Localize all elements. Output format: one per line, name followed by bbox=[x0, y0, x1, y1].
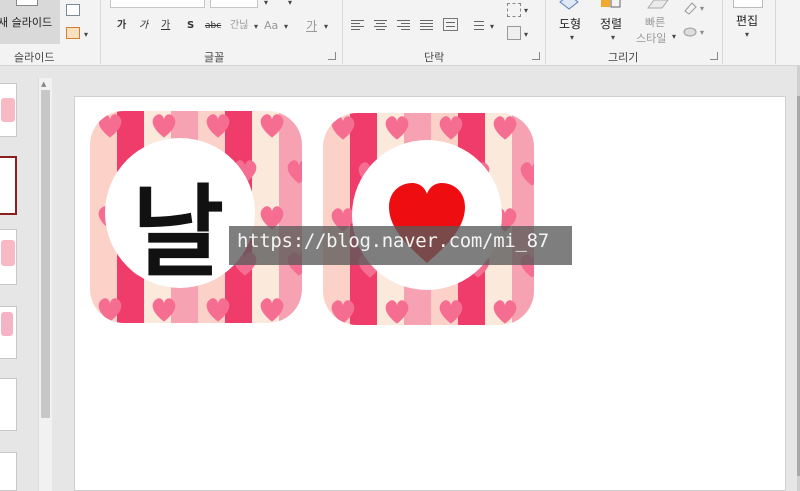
new-slide-icon bbox=[16, 0, 38, 6]
watermark: https://blog.naver.com/mi_87 bbox=[229, 226, 572, 265]
paragraph-dialog-launcher-icon[interactable] bbox=[532, 52, 540, 60]
shapes-icon bbox=[559, 0, 579, 10]
slide-thumbnail[interactable] bbox=[0, 452, 17, 491]
drawing-group-label: 그리기 bbox=[608, 51, 639, 64]
text-direction-dropdown-icon[interactable]: ▾ bbox=[524, 6, 528, 15]
new-slide-button[interactable]: 새 슬라이드 bbox=[0, 0, 60, 44]
char-spacing-button[interactable]: 간닎 bbox=[230, 19, 248, 33]
svg-text:▾: ▾ bbox=[700, 28, 704, 37]
quick-styles-icon bbox=[647, 0, 669, 9]
shape-outline-icon[interactable]: ▾ bbox=[682, 25, 708, 39]
group-divider bbox=[722, 0, 723, 64]
shape-fill-icon[interactable]: ▾ bbox=[682, 1, 708, 15]
justify-icon[interactable] bbox=[420, 18, 435, 31]
thumbnail-scrollbar[interactable]: ▲ bbox=[38, 78, 52, 491]
slide-thumbnail-selected[interactable] bbox=[0, 156, 17, 215]
editing-dropdown-icon[interactable]: ▾ bbox=[745, 30, 749, 39]
nal-card-graphic: 날 bbox=[90, 111, 302, 323]
editing-button[interactable]: 편집 bbox=[736, 12, 758, 29]
nal-card[interactable]: 날 bbox=[90, 111, 302, 323]
shapes-button[interactable]: 도형 bbox=[559, 15, 581, 32]
slide-thumbnail[interactable] bbox=[0, 378, 17, 431]
underline-button[interactable]: 가 bbox=[161, 19, 170, 33]
font-dialog-launcher-icon[interactable] bbox=[328, 52, 336, 60]
align-right-icon[interactable] bbox=[397, 18, 412, 31]
font-size-step-icon[interactable]: ▾ bbox=[288, 0, 292, 7]
font-color-button[interactable]: 가 bbox=[306, 19, 317, 33]
align-left-icon[interactable] bbox=[351, 18, 366, 31]
arrange-button[interactable]: 정렬 bbox=[600, 15, 622, 32]
powerpoint-window: 새 슬라이드 ▾ 슬라이드 ▾ ▾ 가 가 가 S abc 간닎 ▾ Aa ▾ … bbox=[0, 0, 800, 491]
change-case-button[interactable]: Aa bbox=[264, 19, 278, 33]
font-name-box[interactable] bbox=[110, 0, 205, 8]
columns-dropdown-icon[interactable]: ▾ bbox=[490, 22, 494, 31]
section-icon[interactable] bbox=[66, 27, 80, 39]
drawing-dialog-launcher-icon[interactable] bbox=[710, 52, 718, 60]
smartart-icon[interactable] bbox=[507, 26, 521, 40]
editing-icon bbox=[733, 0, 763, 8]
char-spacing-dropdown-icon[interactable]: ▾ bbox=[254, 22, 258, 31]
quick-styles-label-2[interactable]: 스타일 bbox=[636, 30, 666, 46]
watermark-text: https://blog.naver.com/mi_87 bbox=[237, 230, 549, 252]
font-color-dropdown-icon[interactable]: ▾ bbox=[324, 22, 328, 31]
scrollbar-thumb[interactable] bbox=[41, 90, 50, 418]
font-size-box[interactable] bbox=[210, 0, 258, 8]
scroll-up-icon[interactable]: ▲ bbox=[41, 80, 46, 88]
heart-card-graphic bbox=[323, 113, 534, 325]
arrange-icon bbox=[601, 0, 621, 8]
slides-group-label: 슬라이드 bbox=[14, 51, 55, 64]
bold-button[interactable]: 가 bbox=[117, 19, 126, 33]
slide-thumbnail[interactable] bbox=[0, 229, 17, 285]
smartart-dropdown-icon[interactable]: ▾ bbox=[524, 30, 528, 39]
font-group-label: 글꼴 bbox=[204, 51, 225, 64]
ribbon: 새 슬라이드 ▾ 슬라이드 ▾ ▾ 가 가 가 S abc 간닎 ▾ Aa ▾ … bbox=[0, 0, 800, 66]
shapes-dropdown-icon[interactable]: ▾ bbox=[570, 33, 574, 42]
shadow-button[interactable]: S bbox=[187, 19, 194, 33]
new-slide-label: 새 슬라이드 bbox=[0, 16, 53, 29]
arrange-dropdown-icon[interactable]: ▾ bbox=[611, 33, 615, 42]
columns-icon[interactable] bbox=[474, 18, 489, 31]
font-size-dropdown-icon[interactable]: ▾ bbox=[264, 0, 268, 7]
text-direction-icon[interactable] bbox=[507, 3, 521, 17]
group-divider bbox=[100, 0, 101, 64]
paragraph-group-label: 단락 bbox=[424, 51, 445, 64]
strikethrough-button[interactable]: abc bbox=[205, 19, 221, 33]
quick-styles-dropdown-icon[interactable]: ▾ bbox=[672, 32, 676, 41]
slide-thumbnail[interactable] bbox=[0, 306, 17, 359]
group-divider bbox=[775, 0, 776, 64]
italic-button[interactable]: 가 bbox=[139, 19, 148, 33]
layout-icon[interactable] bbox=[66, 4, 80, 16]
distributed-icon[interactable] bbox=[443, 18, 458, 31]
quick-styles-label-1[interactable]: 빠른 bbox=[645, 14, 665, 30]
nal-character: 날 bbox=[132, 174, 224, 291]
section-dropdown-icon[interactable]: ▾ bbox=[84, 30, 88, 39]
slide-thumbnail[interactable] bbox=[0, 83, 17, 137]
align-center-icon[interactable] bbox=[374, 18, 389, 31]
heart-card[interactable] bbox=[323, 113, 534, 325]
change-case-dropdown-icon[interactable]: ▾ bbox=[284, 22, 288, 31]
group-divider bbox=[342, 0, 343, 64]
svg-text:▾: ▾ bbox=[700, 4, 704, 13]
group-divider bbox=[545, 0, 546, 64]
slide-thumbnail-pane: ▲ bbox=[0, 66, 56, 491]
